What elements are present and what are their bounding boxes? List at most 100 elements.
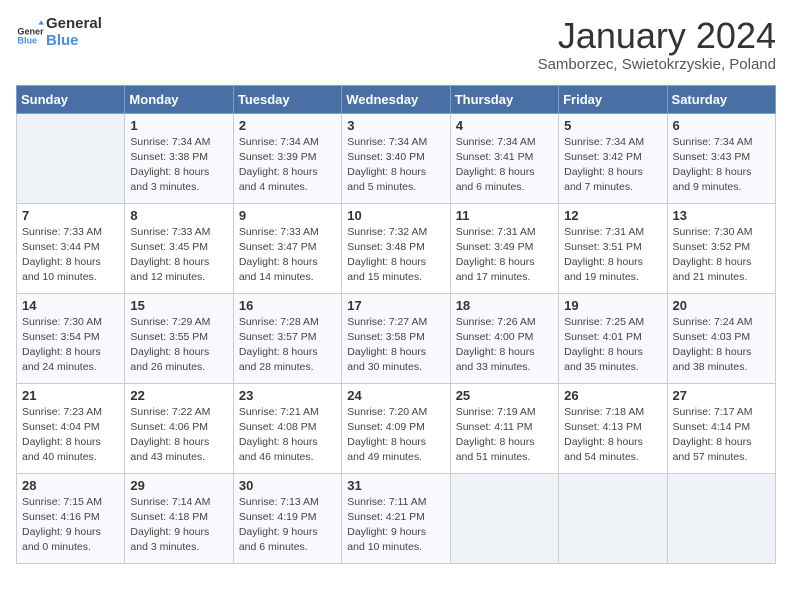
day-number: 31 [347, 478, 444, 493]
day-number: 5 [564, 118, 661, 133]
day-number: 2 [239, 118, 336, 133]
calendar-week-2: 7 Sunrise: 7:33 AM Sunset: 3:44 PM Daylig… [17, 203, 776, 293]
day-info: Sunrise: 7:22 AM Sunset: 4:06 PM Dayligh… [130, 405, 227, 466]
logo-line2: Blue [46, 33, 102, 50]
calendar-cell: 11 Sunrise: 7:31 AM Sunset: 3:49 PM Dayli… [450, 203, 558, 293]
day-number: 12 [564, 208, 661, 223]
day-header-monday: Monday [125, 85, 233, 113]
day-header-friday: Friday [559, 85, 667, 113]
day-number: 18 [456, 298, 553, 313]
calendar-cell: 29 Sunrise: 7:14 AM Sunset: 4:18 PM Dayli… [125, 473, 233, 563]
calendar-week-1: 1 Sunrise: 7:34 AM Sunset: 3:38 PM Daylig… [17, 113, 776, 203]
calendar-body: 1 Sunrise: 7:34 AM Sunset: 3:38 PM Daylig… [17, 113, 776, 563]
calendar-cell: 21 Sunrise: 7:23 AM Sunset: 4:04 PM Dayli… [17, 383, 125, 473]
calendar-cell [17, 113, 125, 203]
day-number: 16 [239, 298, 336, 313]
day-number: 11 [456, 208, 553, 223]
calendar-cell: 14 Sunrise: 7:30 AM Sunset: 3:54 PM Dayli… [17, 293, 125, 383]
day-header-tuesday: Tuesday [233, 85, 341, 113]
day-number: 29 [130, 478, 227, 493]
calendar-cell: 8 Sunrise: 7:33 AM Sunset: 3:45 PM Daylig… [125, 203, 233, 293]
day-number: 23 [239, 388, 336, 403]
calendar-table: SundayMondayTuesdayWednesdayThursdayFrid… [16, 85, 776, 564]
day-info: Sunrise: 7:17 AM Sunset: 4:14 PM Dayligh… [673, 405, 770, 466]
day-number: 7 [22, 208, 119, 223]
day-number: 24 [347, 388, 444, 403]
day-number: 10 [347, 208, 444, 223]
day-info: Sunrise: 7:30 AM Sunset: 3:54 PM Dayligh… [22, 315, 119, 376]
day-info: Sunrise: 7:32 AM Sunset: 3:48 PM Dayligh… [347, 225, 444, 286]
calendar-cell: 26Sunrise: 7:18 AM Sunset: 4:13 PM Dayli… [559, 383, 667, 473]
calendar-cell: 16 Sunrise: 7:28 AM Sunset: 3:57 PM Dayli… [233, 293, 341, 383]
day-number: 14 [22, 298, 119, 313]
day-info: Sunrise: 7:23 AM Sunset: 4:04 PM Dayligh… [22, 405, 119, 466]
day-info: Sunrise: 7:34 AM Sunset: 3:39 PM Dayligh… [239, 135, 336, 196]
day-info: Sunrise: 7:14 AM Sunset: 4:18 PM Dayligh… [130, 495, 227, 556]
calendar-cell: 1 Sunrise: 7:34 AM Sunset: 3:38 PM Daylig… [125, 113, 233, 203]
calendar-cell: 6 Sunrise: 7:34 AM Sunset: 3:43 PM Daylig… [667, 113, 775, 203]
calendar-cell: 25Sunrise: 7:19 AM Sunset: 4:11 PM Dayli… [450, 383, 558, 473]
day-number: 19 [564, 298, 661, 313]
day-info: Sunrise: 7:27 AM Sunset: 3:58 PM Dayligh… [347, 315, 444, 376]
day-number: 15 [130, 298, 227, 313]
calendar-cell: 19 Sunrise: 7:25 AM Sunset: 4:01 PM Dayli… [559, 293, 667, 383]
day-header-thursday: Thursday [450, 85, 558, 113]
day-header-wednesday: Wednesday [342, 85, 450, 113]
day-info: Sunrise: 7:26 AM Sunset: 4:00 PM Dayligh… [456, 315, 553, 376]
day-number: 20 [673, 298, 770, 313]
day-header-saturday: Saturday [667, 85, 775, 113]
day-info: Sunrise: 7:28 AM Sunset: 3:57 PM Dayligh… [239, 315, 336, 376]
day-info: Sunrise: 7:20 AM Sunset: 4:09 PM Dayligh… [347, 405, 444, 466]
day-number: 17 [347, 298, 444, 313]
day-number: 13 [673, 208, 770, 223]
day-number: 28 [22, 478, 119, 493]
title-area: January 2024 Samborzec, Swietokrzyskie, … [538, 16, 776, 73]
location-subtitle: Samborzec, Swietokrzyskie, Poland [538, 56, 776, 73]
day-info: Sunrise: 7:29 AM Sunset: 3:55 PM Dayligh… [130, 315, 227, 376]
calendar-cell: 17 Sunrise: 7:27 AM Sunset: 3:58 PM Dayli… [342, 293, 450, 383]
calendar-cell: 28Sunrise: 7:15 AM Sunset: 4:16 PM Dayli… [17, 473, 125, 563]
day-number: 3 [347, 118, 444, 133]
calendar-cell: 18 Sunrise: 7:26 AM Sunset: 4:00 PM Dayli… [450, 293, 558, 383]
calendar-cell: 30 Sunrise: 7:13 AM Sunset: 4:19 PM Dayli… [233, 473, 341, 563]
calendar-cell: 24 Sunrise: 7:20 AM Sunset: 4:09 PM Dayli… [342, 383, 450, 473]
calendar-cell: 10 Sunrise: 7:32 AM Sunset: 3:48 PM Dayli… [342, 203, 450, 293]
day-info: Sunrise: 7:31 AM Sunset: 3:49 PM Dayligh… [456, 225, 553, 286]
day-number: 21 [22, 388, 119, 403]
calendar-cell [559, 473, 667, 563]
day-number: 9 [239, 208, 336, 223]
day-info: Sunrise: 7:19 AM Sunset: 4:11 PM Dayligh… [456, 405, 553, 466]
page-header: General Blue General Blue January 2024 S… [16, 16, 776, 73]
calendar-cell: 12 Sunrise: 7:31 AM Sunset: 3:51 PM Dayli… [559, 203, 667, 293]
calendar-cell: 5Sunrise: 7:34 AM Sunset: 3:42 PM Daylig… [559, 113, 667, 203]
day-info: Sunrise: 7:21 AM Sunset: 4:08 PM Dayligh… [239, 405, 336, 466]
day-info: Sunrise: 7:25 AM Sunset: 4:01 PM Dayligh… [564, 315, 661, 376]
logo: General Blue General Blue [16, 16, 102, 49]
day-info: Sunrise: 7:13 AM Sunset: 4:19 PM Dayligh… [239, 495, 336, 556]
day-info: Sunrise: 7:31 AM Sunset: 3:51 PM Dayligh… [564, 225, 661, 286]
day-info: Sunrise: 7:34 AM Sunset: 3:38 PM Dayligh… [130, 135, 227, 196]
day-info: Sunrise: 7:34 AM Sunset: 3:41 PM Dayligh… [456, 135, 553, 196]
calendar-cell: 3Sunrise: 7:34 AM Sunset: 3:40 PM Daylig… [342, 113, 450, 203]
day-number: 1 [130, 118, 227, 133]
calendar-week-4: 21 Sunrise: 7:23 AM Sunset: 4:04 PM Dayli… [17, 383, 776, 473]
day-number: 6 [673, 118, 770, 133]
calendar-cell: 15 Sunrise: 7:29 AM Sunset: 3:55 PM Dayli… [125, 293, 233, 383]
calendar-cell: 9Sunrise: 7:33 AM Sunset: 3:47 PM Daylig… [233, 203, 341, 293]
month-title: January 2024 [538, 16, 776, 56]
day-header-sunday: Sunday [17, 85, 125, 113]
day-number: 30 [239, 478, 336, 493]
calendar-cell: 27Sunrise: 7:17 AM Sunset: 4:14 PM Dayli… [667, 383, 775, 473]
calendar-cell: 7 Sunrise: 7:33 AM Sunset: 3:44 PM Daylig… [17, 203, 125, 293]
day-info: Sunrise: 7:11 AM Sunset: 4:21 PM Dayligh… [347, 495, 444, 556]
day-info: Sunrise: 7:34 AM Sunset: 3:43 PM Dayligh… [673, 135, 770, 196]
calendar-cell: 23 Sunrise: 7:21 AM Sunset: 4:08 PM Dayli… [233, 383, 341, 473]
calendar-week-5: 28Sunrise: 7:15 AM Sunset: 4:16 PM Dayli… [17, 473, 776, 563]
day-number: 4 [456, 118, 553, 133]
calendar-cell: 31 Sunrise: 7:11 AM Sunset: 4:21 PM Dayli… [342, 473, 450, 563]
calendar-cell: 22Sunrise: 7:22 AM Sunset: 4:06 PM Dayli… [125, 383, 233, 473]
day-info: Sunrise: 7:33 AM Sunset: 3:44 PM Dayligh… [22, 225, 119, 286]
day-number: 8 [130, 208, 227, 223]
day-info: Sunrise: 7:33 AM Sunset: 3:45 PM Dayligh… [130, 225, 227, 286]
logo-line1: General [46, 16, 102, 33]
